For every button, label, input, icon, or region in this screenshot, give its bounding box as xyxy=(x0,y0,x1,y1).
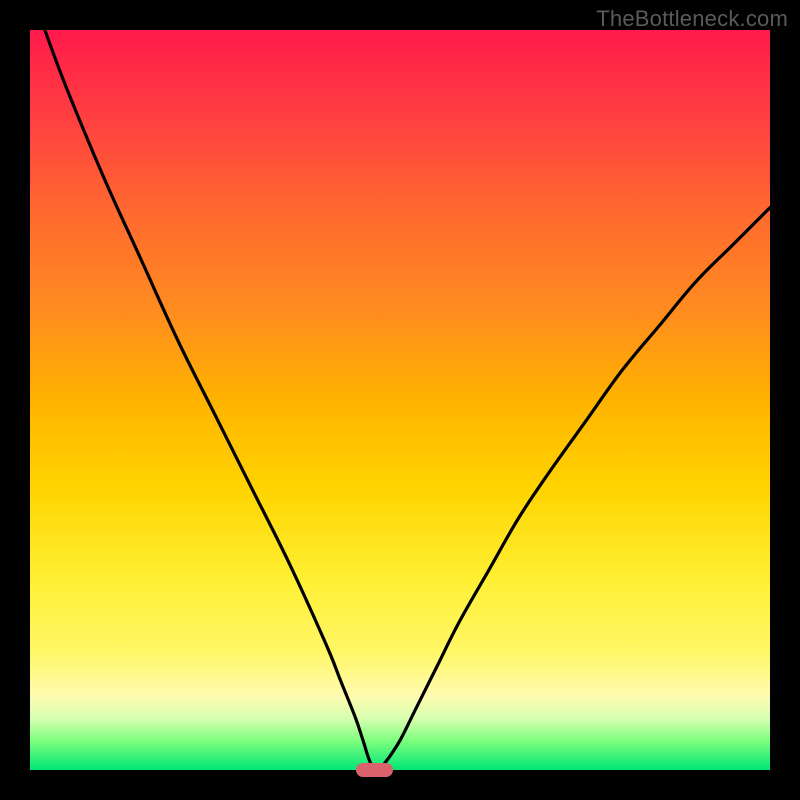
bottleneck-curve xyxy=(45,30,770,770)
curve-svg xyxy=(30,30,770,770)
plot-area xyxy=(30,30,770,770)
chart-frame: TheBottleneck.com xyxy=(0,0,800,800)
watermark-text: TheBottleneck.com xyxy=(596,6,788,32)
optimal-range-marker xyxy=(356,763,393,777)
